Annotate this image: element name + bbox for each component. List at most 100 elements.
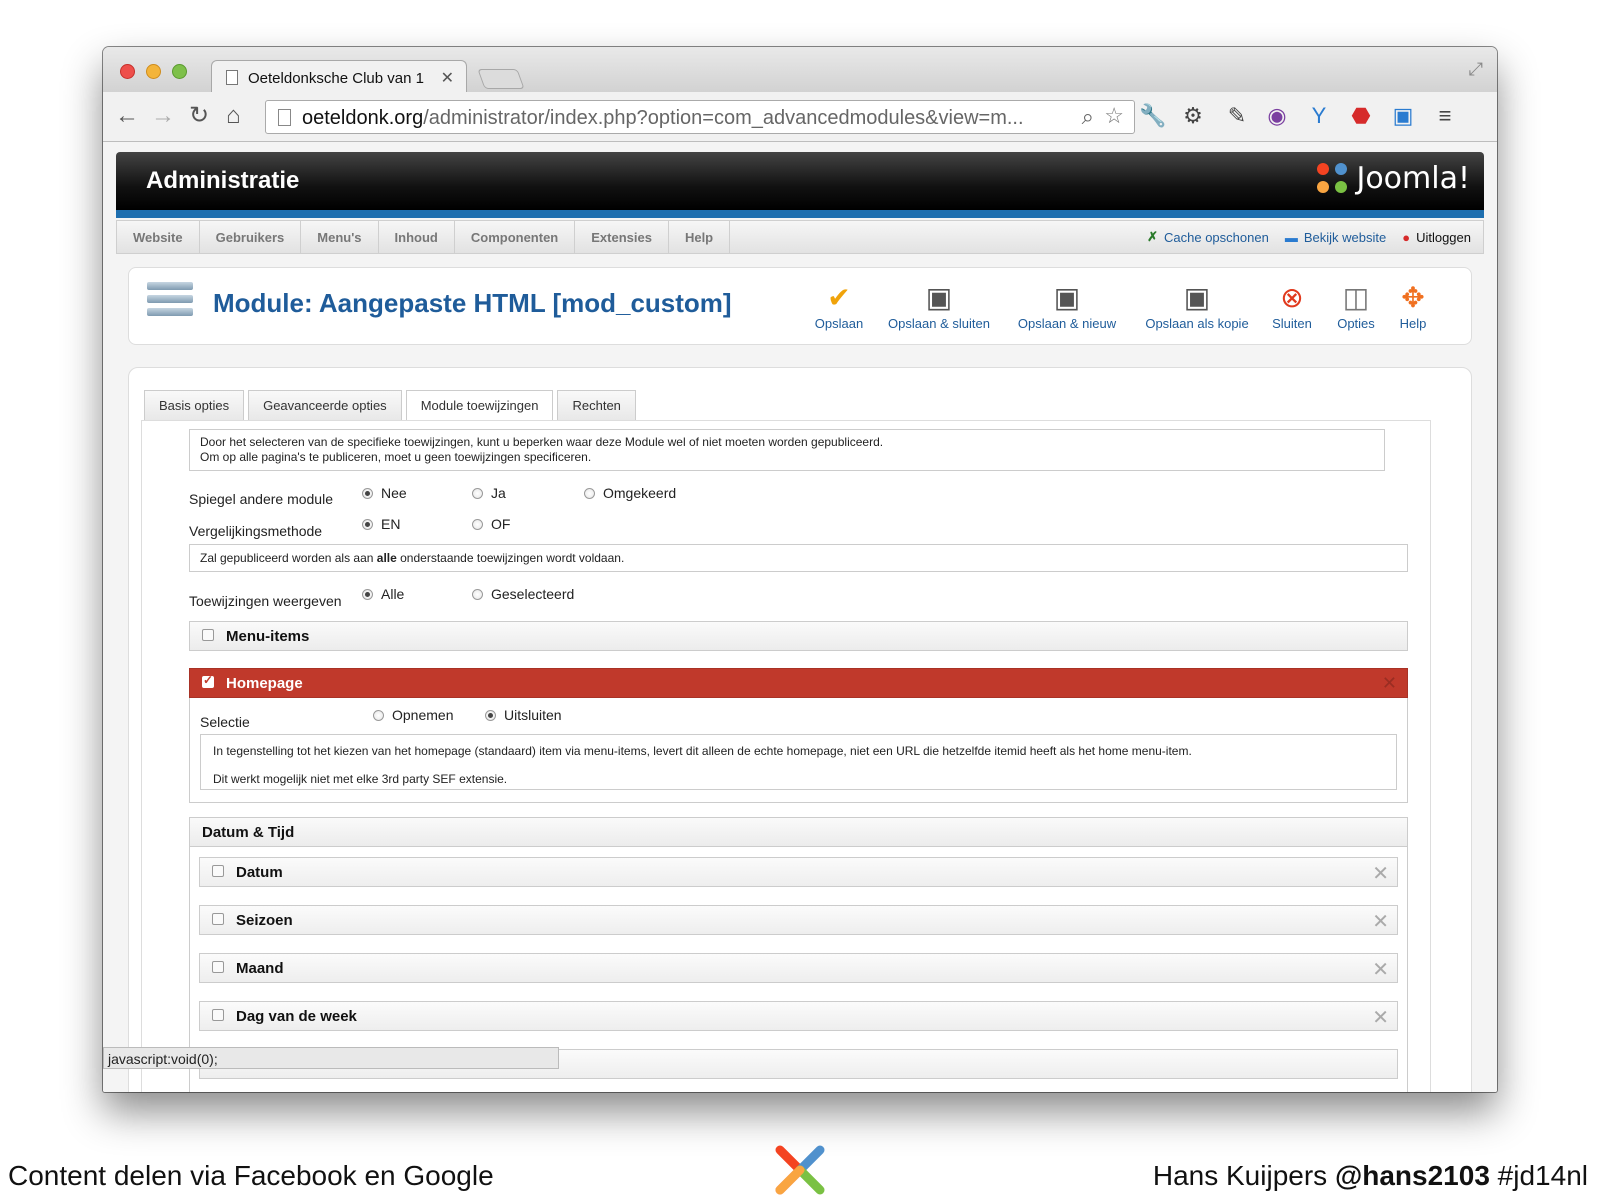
radio[interactable]	[485, 710, 496, 721]
save-close-label: Opslaan & sluiten	[888, 316, 990, 331]
close-icon[interactable]: ✕	[1372, 909, 1389, 934]
month-label: Maand	[236, 960, 284, 977]
browser-tab[interactable]: Oeteldonksche Club van 1 ✕	[211, 60, 467, 93]
author-handle: @hans2103	[1334, 1160, 1490, 1191]
address-bar[interactable]: oeteldonk.org/administrator/index.php?op…	[265, 100, 1135, 134]
close-icon[interactable]: ✕	[1372, 861, 1389, 886]
selection-option-exclude[interactable]: Uitsluiten	[485, 707, 562, 723]
show-option-selected[interactable]: Geselecteerd	[472, 586, 574, 602]
radio[interactable]	[472, 488, 483, 499]
compare-option-or[interactable]: OF	[472, 516, 510, 532]
tab-permissions[interactable]: Rechten	[557, 390, 636, 420]
minimize-window-button[interactable]	[146, 64, 161, 79]
logout-link[interactable]: ● Uitloggen	[1402, 229, 1471, 245]
menu-components[interactable]: Componenten	[455, 221, 576, 253]
close-window-button[interactable]	[120, 64, 135, 79]
save-button[interactable]: ✔ Opslaan	[809, 280, 869, 331]
season-checkbox[interactable]	[212, 913, 224, 925]
mirror-option-no[interactable]: Nee	[362, 485, 407, 501]
tab-advanced-options[interactable]: Geavanceerde opties	[248, 390, 402, 420]
fullscreen-icon[interactable]: ⤢	[1469, 59, 1483, 80]
new-tab-button[interactable]	[477, 69, 525, 89]
date-checkbox[interactable]	[212, 865, 224, 877]
radio[interactable]	[362, 519, 373, 530]
adblock-icon[interactable]: ⬣	[1347, 102, 1375, 130]
tab-module-assignments[interactable]: Module toewijzingen	[405, 390, 554, 420]
date-row[interactable]: Datum ✕	[199, 857, 1398, 887]
extension-icon[interactable]: ▣	[1389, 102, 1417, 130]
forward-icon[interactable]: →	[151, 104, 175, 128]
selection-option-include[interactable]: Opnemen	[373, 707, 453, 723]
close-icon[interactable]: ✕	[1372, 1005, 1389, 1030]
homepage-note-1: In tegenstelling tot het kiezen van het …	[213, 744, 1192, 758]
weekday-row[interactable]: Dag van de week ✕	[199, 1001, 1398, 1031]
save-copy-button[interactable]: ▣ Opslaan als kopie	[1139, 280, 1255, 331]
mirror-option-reverse-label: Omgekeerd	[603, 485, 677, 501]
help-label: Help	[1399, 316, 1427, 331]
cache-link[interactable]: ✗ Cache opschonen	[1147, 229, 1269, 245]
url-host: oeteldonk.org	[302, 107, 424, 129]
eyedropper-icon[interactable]: ✎	[1223, 102, 1251, 130]
close-icon[interactable]: ✕	[1372, 957, 1389, 982]
mirror-option-reverse[interactable]: Omgekeerd	[584, 485, 676, 501]
checkmark-icon: ✔	[827, 282, 851, 313]
floppy-copy-icon: ▣	[1183, 282, 1211, 313]
month-checkbox[interactable]	[212, 961, 224, 973]
month-row[interactable]: Maand ✕	[199, 953, 1398, 983]
monitor-icon: ▬	[1284, 229, 1298, 245]
save-close-button[interactable]: ▣ Opslaan & sluiten	[881, 280, 997, 331]
tab-basic-options[interactable]: Basis opties	[144, 390, 245, 420]
home-icon[interactable]: ⌂	[226, 104, 241, 128]
browser-status-bar: javascript:void(0);	[103, 1047, 559, 1069]
radio[interactable]	[362, 488, 373, 499]
season-row[interactable]: Seizoen ✕	[199, 905, 1398, 935]
close-tab-icon[interactable]: ✕	[441, 68, 454, 88]
url-path: /administrator/index.php?option=com_adva…	[423, 107, 1024, 129]
options-button[interactable]: ◫ Opties	[1329, 280, 1383, 331]
homepage-checkbox[interactable]	[202, 673, 214, 688]
view-site-link[interactable]: ▬ Bekijk website	[1285, 229, 1386, 245]
edit-form: Basis opties Geavanceerde opties Module …	[128, 367, 1472, 1092]
date-time-section[interactable]: Datum & Tijd	[189, 817, 1408, 847]
menu-extensions[interactable]: Extensies	[575, 221, 669, 253]
help-button[interactable]: ✥ Help	[1391, 280, 1435, 331]
radio[interactable]	[584, 488, 595, 499]
menu-website[interactable]: Website	[117, 221, 200, 253]
close-button[interactable]: ⊗ Sluiten	[1265, 280, 1319, 331]
menu-help[interactable]: Help	[669, 221, 731, 253]
menu-users[interactable]: Gebruikers	[200, 221, 302, 253]
homepage-section[interactable]: Homepage ✕	[189, 668, 1408, 698]
floppy-icon: ▣	[925, 282, 953, 313]
radio[interactable]	[472, 589, 483, 600]
menu-menus[interactable]: Menu's	[301, 221, 379, 253]
compare-option-and[interactable]: EN	[362, 516, 400, 532]
save-new-button[interactable]: ▣ Opslaan & nieuw	[1011, 280, 1123, 331]
weekday-checkbox[interactable]	[212, 1009, 224, 1021]
show-option-all[interactable]: Alle	[362, 586, 404, 602]
reload-icon[interactable]: ↻	[189, 104, 209, 128]
mirror-option-yes[interactable]: Ja	[472, 485, 506, 501]
view-site-label: Bekijk website	[1303, 229, 1387, 245]
gear-icon[interactable]: ⚙	[1179, 102, 1207, 130]
compare-note-bold: alle	[376, 551, 397, 565]
bookmark-star-icon[interactable]: ☆	[1104, 103, 1124, 129]
radio[interactable]	[472, 519, 483, 530]
zoom-window-button[interactable]	[172, 64, 187, 79]
menu-icon[interactable]: ≡	[1431, 102, 1459, 130]
menu-items-checkbox[interactable]	[202, 629, 214, 641]
joomla-logo-text: Joomla!	[1356, 160, 1470, 196]
back-icon[interactable]: ←	[115, 104, 139, 128]
selection-option-include-label: Opnemen	[392, 707, 454, 723]
menu-content[interactable]: Inhoud	[379, 221, 455, 253]
radio[interactable]	[362, 589, 373, 600]
wrench-icon[interactable]: 🔧	[1139, 102, 1167, 130]
color-picker-icon[interactable]: ◉	[1263, 102, 1291, 130]
homepage-label: Homepage	[226, 675, 303, 692]
v-extension-icon[interactable]: Y	[1305, 102, 1333, 130]
search-icon[interactable]: ⌕	[1082, 104, 1094, 130]
lifebuoy-icon: ✥	[1401, 282, 1425, 313]
close-icon[interactable]: ✕	[1382, 673, 1397, 694]
joomla-logo-icon	[1317, 163, 1348, 193]
menu-items-section[interactable]: Menu-items	[189, 621, 1408, 651]
radio[interactable]	[373, 710, 384, 721]
